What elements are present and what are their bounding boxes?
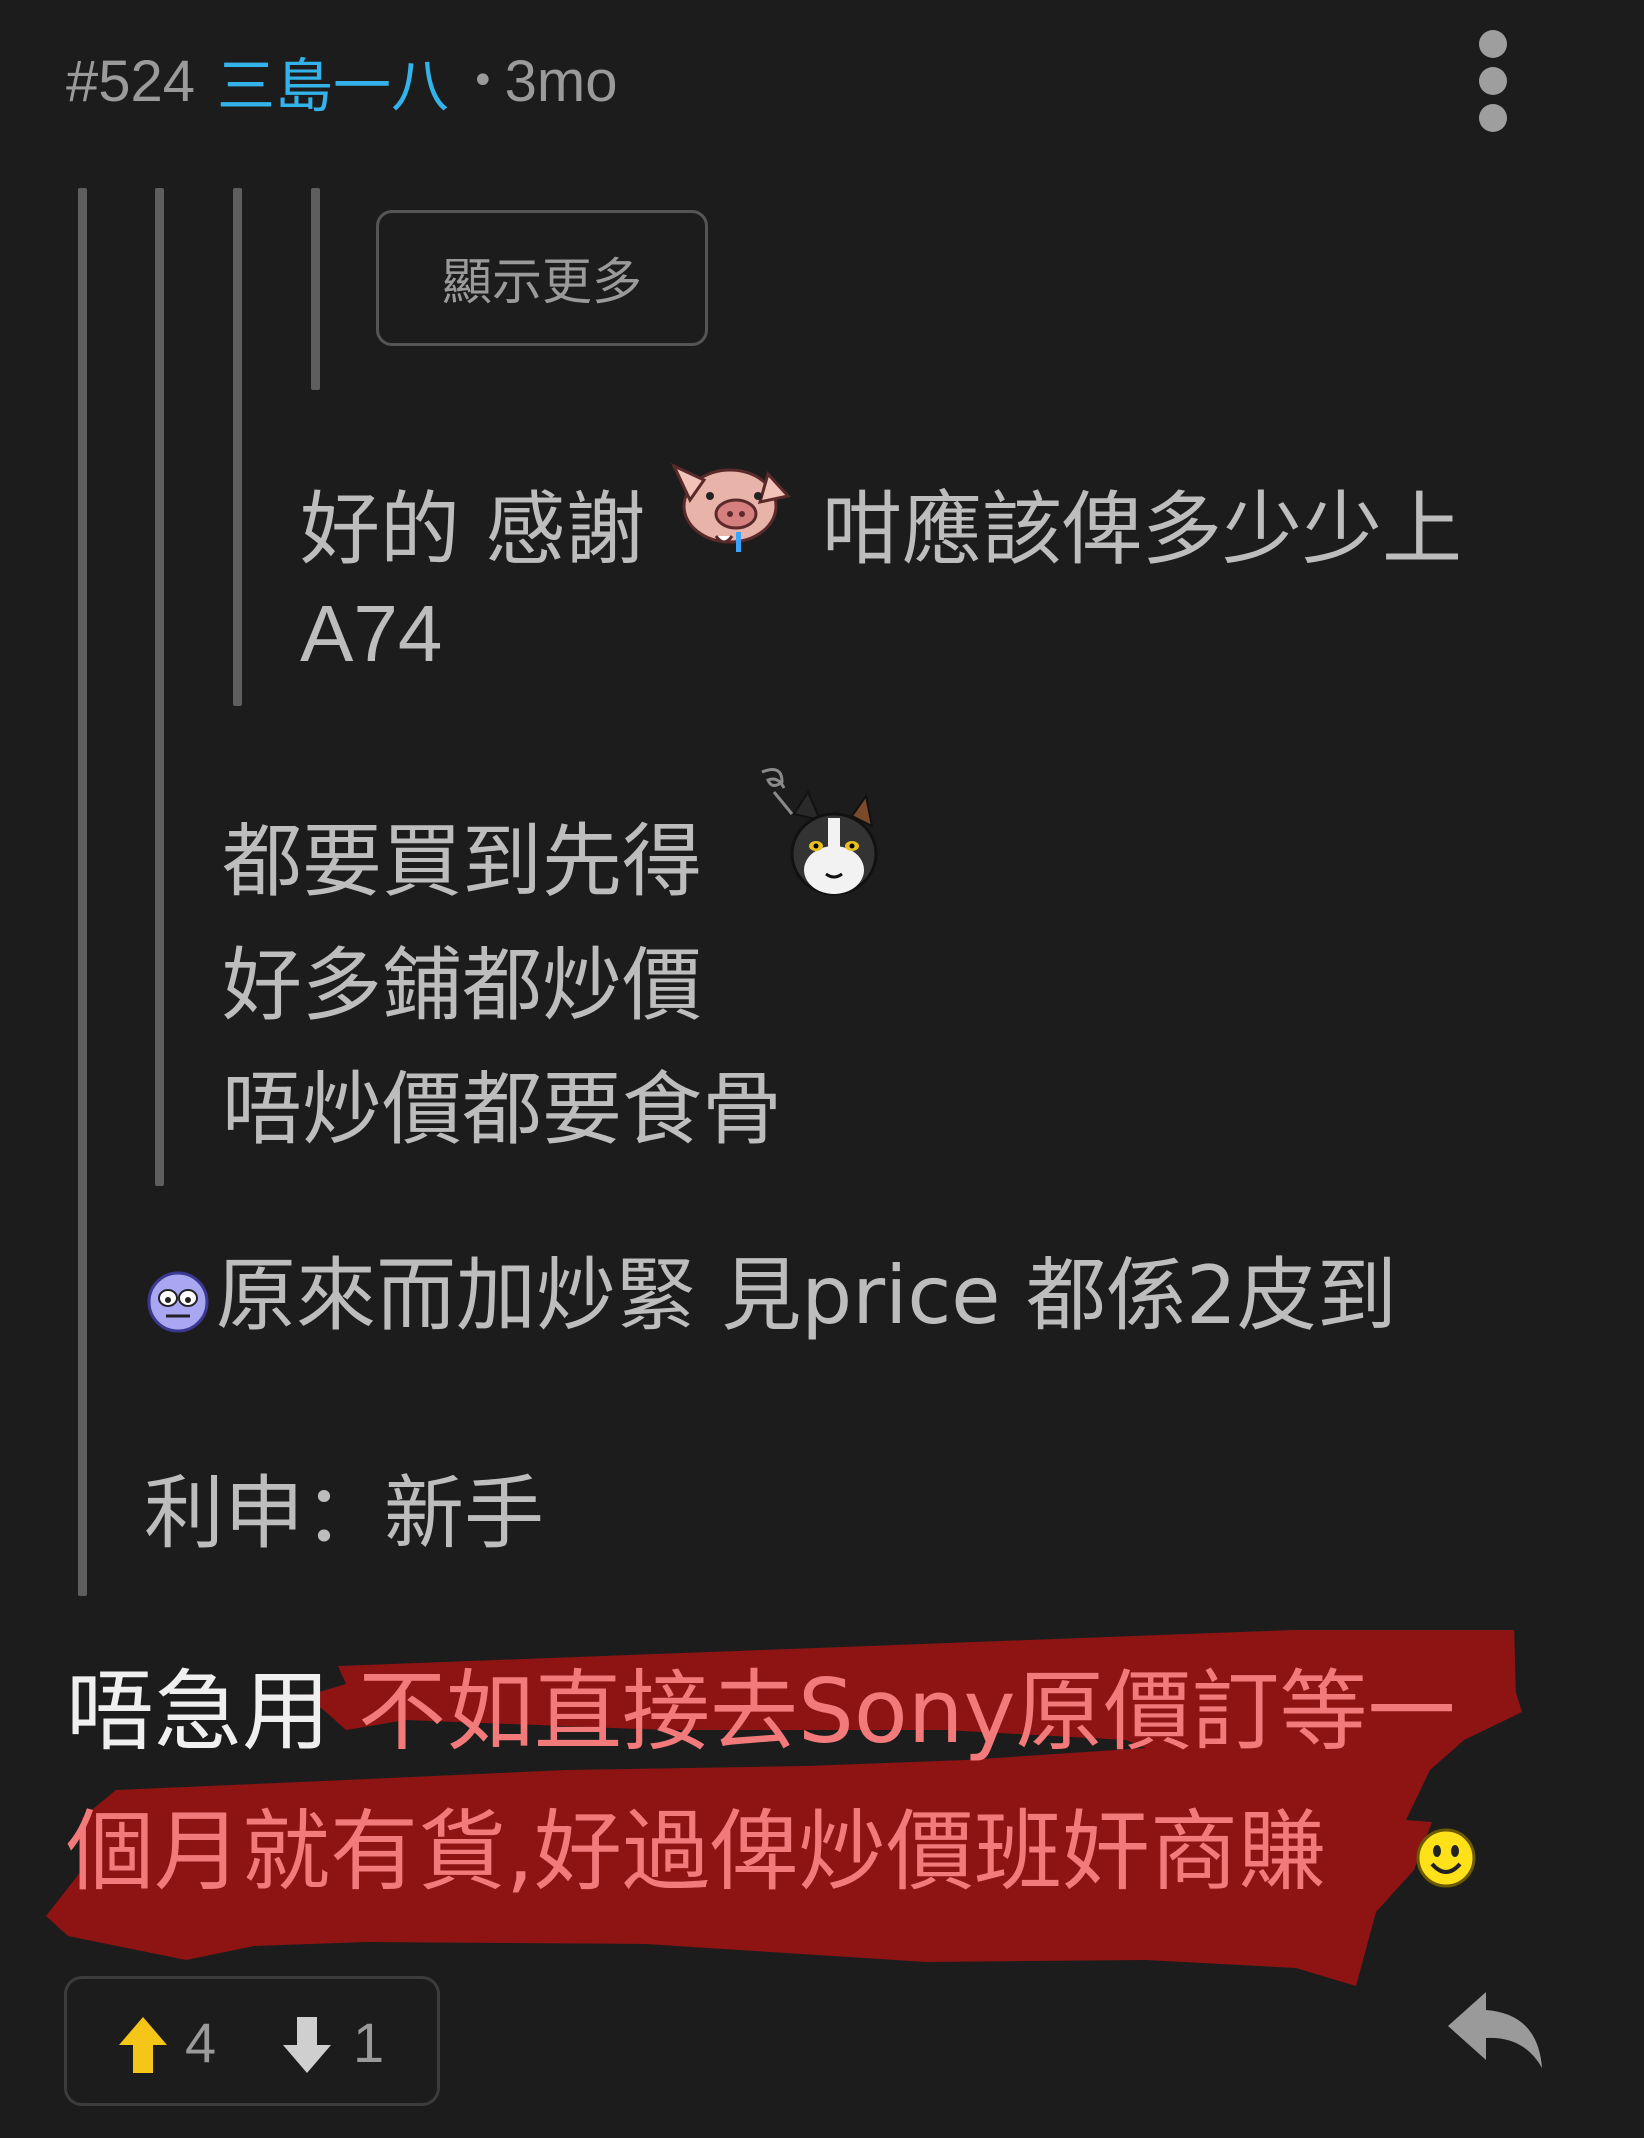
downvote-count: 1: [353, 2011, 385, 2074]
quote2-line2: 好多鋪都炒價: [222, 939, 702, 1032]
reply-line1-highlight: 不如直接去Sony原價訂等一: [358, 1660, 1456, 1763]
quote-bar-level1: [78, 188, 87, 1596]
more-vertical-icon[interactable]: [1476, 26, 1510, 136]
reply-line1-plain: 唔急用: [66, 1660, 331, 1763]
quote3-line1-b: 咁應該俾多少少上: [822, 483, 1462, 576]
vote-controls: 4 1: [64, 1976, 440, 2106]
arrow-up-icon[interactable]: [117, 2015, 169, 2075]
quote3-line1-a: 好的 感謝: [300, 483, 646, 576]
quote2-line3: 唔炒價都要食骨: [222, 1063, 782, 1156]
dizzy-face-emoji: [147, 1271, 209, 1333]
reply-icon[interactable]: [1446, 1986, 1546, 2070]
upvote-count: 4: [185, 2011, 217, 2074]
quote1-line2: 利申：新手: [144, 1467, 544, 1560]
smiley-icon: [1416, 1828, 1476, 1888]
cat-emoji: [761, 768, 878, 896]
quote-bar-level3: [233, 188, 242, 706]
quote1-line1: 原來而加炒緊 見price 都係2皮到: [216, 1249, 1397, 1342]
quote2-line1: 都要買到先得: [222, 815, 702, 908]
quote-bar-level4: [311, 188, 320, 390]
quote3-line2: A74: [300, 589, 443, 678]
author-name[interactable]: 三島一八: [217, 39, 449, 123]
post-time: 3mo: [504, 48, 618, 114]
post-header: #524 三島一八 • 3mo: [66, 36, 617, 126]
reply-line2-highlight: 個月就有貨,好過俾炒價班奸商賺: [66, 1800, 1326, 1903]
show-more-button[interactable]: 顯示更多: [376, 210, 708, 346]
post-number: #524: [66, 48, 196, 114]
pig-emoji: [670, 462, 791, 552]
quote-bar-level2: [155, 188, 164, 1186]
separator-dot: •: [471, 58, 495, 104]
arrow-down-icon[interactable]: [281, 2015, 333, 2075]
